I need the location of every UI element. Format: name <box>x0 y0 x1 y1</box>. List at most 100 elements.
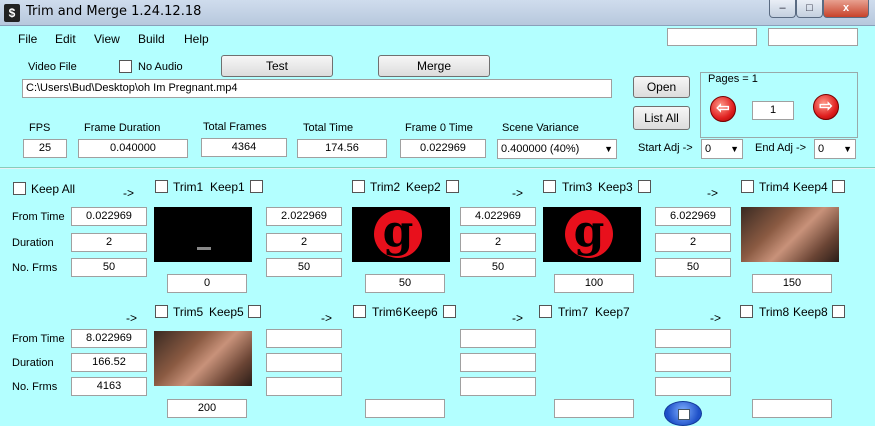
total-time-label: Total Time <box>303 122 354 134</box>
keep-checkbox[interactable] <box>250 180 263 193</box>
trim-checkbox[interactable] <box>353 305 366 318</box>
frame-number-field[interactable] <box>365 399 445 418</box>
keep-all-checkbox[interactable] <box>13 182 26 195</box>
trim-checkbox[interactable] <box>543 180 556 193</box>
frames-field[interactable] <box>460 377 536 396</box>
window-title: Trim and Merge 1.24.12.18 <box>26 4 202 19</box>
frames-field[interactable] <box>655 377 731 396</box>
arrow-label: -> <box>707 186 719 200</box>
trim-label: Trim5 <box>173 305 204 319</box>
scene-variance-select[interactable]: 0.400000 (40%) ▼ <box>497 139 617 159</box>
logo-icon: g <box>565 207 613 258</box>
frames-field[interactable]: 50 <box>460 258 536 277</box>
from-time-field[interactable]: 6.022969 <box>655 207 731 226</box>
list-all-button[interactable]: List All <box>633 106 690 130</box>
frame0-time-field[interactable]: 0.022969 <box>400 139 486 158</box>
from-time-field[interactable]: 2.022969 <box>266 207 342 226</box>
fps-label: FPS <box>29 122 51 134</box>
keep-label: Keep3 <box>598 180 633 194</box>
frames-field[interactable]: 50 <box>71 258 147 277</box>
minimize-button[interactable]: – <box>769 0 796 18</box>
from-time-field[interactable] <box>266 329 342 348</box>
keep-checkbox[interactable] <box>446 180 459 193</box>
test-button[interactable]: Test <box>221 55 333 77</box>
keep-checkbox[interactable] <box>832 305 845 318</box>
frame-number-field[interactable]: 150 <box>752 274 832 293</box>
keep-label: Keep2 <box>406 180 441 194</box>
file-path-input[interactable]: C:\Users\Bud\Desktop\oh Im Pregnant.mp4 <box>22 79 612 98</box>
duration-field[interactable] <box>460 353 536 372</box>
trim-label: Trim6 <box>372 305 403 319</box>
from-time-field[interactable] <box>655 329 731 348</box>
duration-field[interactable] <box>655 353 731 372</box>
frames-field[interactable]: 4163 <box>71 377 147 396</box>
frame-number-field[interactable] <box>554 399 634 418</box>
no-audio-checkbox[interactable] <box>119 60 132 73</box>
total-frames-field[interactable]: 4364 <box>201 138 287 157</box>
stop-icon <box>678 409 690 420</box>
duration-field[interactable] <box>266 353 342 372</box>
frame-duration-field[interactable]: 0.040000 <box>78 139 188 158</box>
thumbnail-image[interactable] <box>154 207 252 262</box>
frame-number-field[interactable]: 50 <box>365 274 445 293</box>
start-adj-select[interactable]: 0 ▼ <box>701 139 743 159</box>
trim-label: Trim3 <box>562 180 593 194</box>
chevron-down-icon: ▼ <box>730 144 739 154</box>
thumbnail-image[interactable]: g <box>352 207 450 262</box>
fps-field[interactable]: 25 <box>23 139 67 158</box>
duration-field[interactable]: 2 <box>266 233 342 252</box>
thumbnail-image[interactable] <box>154 331 252 386</box>
total-time-field[interactable]: 174.56 <box>297 139 387 158</box>
keep-checkbox[interactable] <box>638 180 651 193</box>
frames-label: No. Frms <box>12 381 58 393</box>
frame-duration-label: Frame Duration <box>84 122 161 134</box>
menu-help[interactable]: Help <box>184 32 209 46</box>
trim-checkbox[interactable] <box>740 305 753 318</box>
next-page-icon[interactable]: ⇨ <box>813 94 839 120</box>
duration-field[interactable]: 2 <box>655 233 731 252</box>
trim-checkbox[interactable] <box>352 180 365 193</box>
thumbnail-image[interactable]: g <box>543 207 641 262</box>
open-button[interactable]: Open <box>633 76 690 98</box>
close-button[interactable]: x <box>823 0 869 18</box>
keep-checkbox[interactable] <box>248 305 261 318</box>
from-time-field[interactable]: 0.022969 <box>71 207 147 226</box>
frame-number-field[interactable]: 100 <box>554 274 634 293</box>
end-adj-select[interactable]: 0 ▼ <box>814 139 856 159</box>
frames-field[interactable]: 50 <box>266 258 342 277</box>
arrow-label: -> <box>123 186 135 200</box>
menu-view[interactable]: View <box>94 32 120 46</box>
trim-checkbox[interactable] <box>539 305 552 318</box>
thumbnail-image[interactable] <box>741 207 839 262</box>
keep-checkbox[interactable] <box>832 180 845 193</box>
duration-field[interactable]: 2 <box>460 233 536 252</box>
prev-page-icon[interactable]: ⇦ <box>710 96 736 122</box>
trim-checkbox[interactable] <box>741 180 754 193</box>
frames-field[interactable] <box>266 377 342 396</box>
merge-button[interactable]: Merge <box>378 55 490 77</box>
from-time-field[interactable] <box>460 329 536 348</box>
frame-number-field[interactable] <box>752 399 832 418</box>
menu-file[interactable]: File <box>18 32 37 46</box>
scene-variance-value: 0.400000 (40%) <box>501 143 580 155</box>
chevron-down-icon: ▼ <box>604 144 613 154</box>
trim-label: Trim2 <box>370 180 401 194</box>
stop-button[interactable] <box>664 401 702 426</box>
page-number-input[interactable]: 1 <box>752 101 794 120</box>
frames-field[interactable]: 50 <box>655 258 731 277</box>
duration-field[interactable]: 2 <box>71 233 147 252</box>
maximize-button[interactable]: □ <box>796 0 823 18</box>
frame-number-field[interactable]: 0 <box>167 274 247 293</box>
frame0-time-label: Frame 0 Time <box>405 122 473 134</box>
menu-edit[interactable]: Edit <box>55 32 76 46</box>
title-bar: $ Trim and Merge 1.24.12.18 – □ x <box>0 0 875 26</box>
menu-build[interactable]: Build <box>138 32 165 46</box>
duration-field[interactable]: 166.52 <box>71 353 147 372</box>
from-time-field[interactable]: 4.022969 <box>460 207 536 226</box>
from-time-field[interactable]: 8.022969 <box>71 329 147 348</box>
frame-number-field[interactable]: 200 <box>167 399 247 418</box>
keep-checkbox[interactable] <box>443 305 456 318</box>
pages-label: Pages = 1 <box>708 73 758 85</box>
trim-checkbox[interactable] <box>155 180 168 193</box>
trim-checkbox[interactable] <box>155 305 168 318</box>
